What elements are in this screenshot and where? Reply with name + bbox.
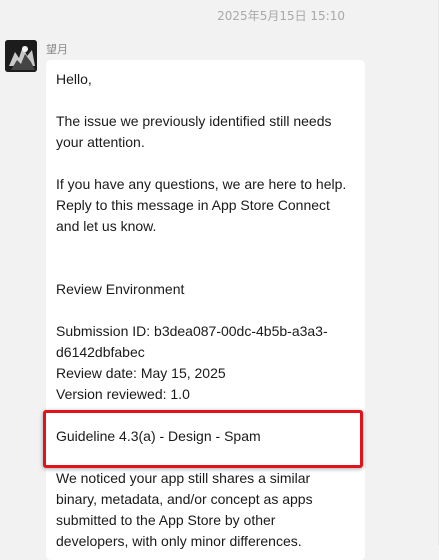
avatar-image: [5, 40, 37, 72]
message-line: and let us know.: [56, 218, 157, 234]
message-line: Version reviewed: 1.0: [56, 386, 190, 402]
sender-name: 望月: [46, 43, 68, 56]
message-line: Review date: May 15, 2025: [56, 365, 226, 381]
message-line: Review Environment: [56, 281, 185, 297]
message-bubble: Hello, The issue we previously identifie…: [46, 60, 365, 560]
message-line: Submission ID: b3dea087-00dc-4b5b-a3a3-: [56, 323, 328, 339]
sender-avatar[interactable]: [5, 40, 37, 72]
message-line: d6142dbfabec: [56, 344, 145, 360]
message-line: your attention.: [56, 134, 145, 150]
message-line: submitted to the App Store by other: [56, 512, 276, 528]
message-line: If you have any questions, we are here t…: [56, 176, 347, 192]
highlight-annotation-box: [43, 410, 363, 468]
message-line: Reply to this message in App Store Conne…: [56, 197, 330, 213]
message-line: The issue we previously identified still…: [56, 113, 332, 129]
message-timestamp: 2025年5月15日 15:10: [217, 9, 345, 23]
message-line: developers, with only minor differences.: [56, 533, 302, 549]
message-line: We noticed your app still shares a simil…: [56, 470, 311, 486]
message-line: Hello,: [56, 71, 92, 87]
message-line: binary, metadata, and/or concept as apps: [56, 491, 313, 507]
